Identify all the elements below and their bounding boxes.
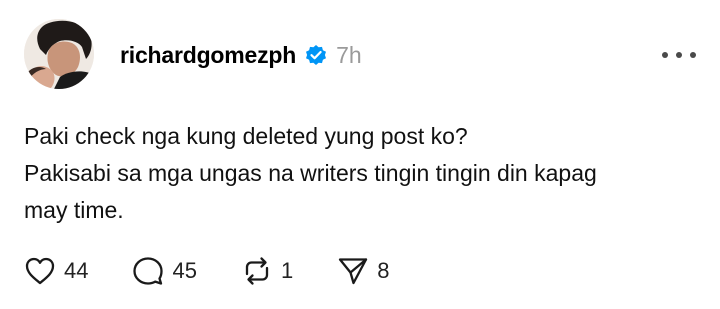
comment-button[interactable]: 45: [132, 256, 197, 286]
action-bar: 44 45 1 8: [24, 255, 433, 287]
more-dot: [690, 52, 696, 58]
comment-count: 45: [172, 258, 197, 283]
post-text-line: Paki check nga kung deleted yung post ko…: [24, 123, 468, 149]
post-text-line: Pakisabi sa mga ungas na writers tingin …: [24, 160, 597, 186]
send-icon: [339, 258, 368, 285]
share-button[interactable]: 8: [337, 256, 389, 286]
heart-icon: [25, 257, 55, 285]
post-timestamp[interactable]: 7h: [336, 42, 362, 69]
share-count: 8: [377, 258, 390, 283]
comment-icon: [133, 257, 164, 285]
post-text-line: may time.: [24, 197, 124, 223]
post-text: Paki check nga kung deleted yung post ko…: [24, 118, 684, 229]
avatar-image: [24, 19, 94, 89]
more-dot: [662, 52, 668, 58]
repost-icon: [245, 257, 269, 285]
like-count: 44: [64, 258, 89, 283]
repost-button[interactable]: 1: [241, 256, 293, 286]
more-options-icon[interactable]: [662, 40, 696, 70]
post-header: richardgomezph 7h: [120, 38, 362, 72]
avatar[interactable]: [24, 19, 94, 89]
more-dot: [676, 52, 682, 58]
like-button[interactable]: 44: [24, 256, 88, 286]
verified-badge-icon: [304, 43, 328, 67]
post-card: richardgomezph 7h Paki check nga kung de…: [0, 0, 720, 309]
username[interactable]: richardgomezph: [120, 42, 296, 69]
repost-count: 1: [280, 258, 294, 283]
